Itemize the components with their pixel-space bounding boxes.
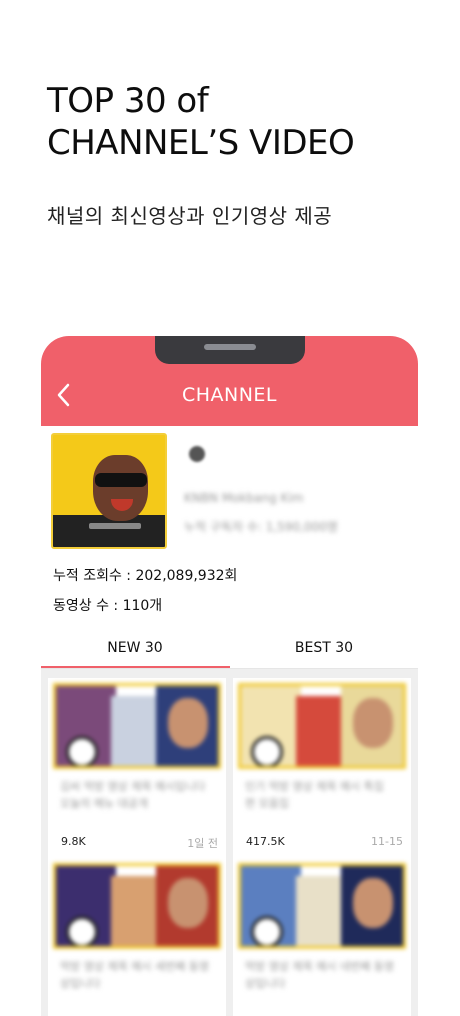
video-card[interactable]: 인기 먹방 영상 제목 예시 특집 편 모음집 417.5K 11-15 — [233, 678, 411, 858]
video-date: 11-15 — [371, 835, 403, 848]
app-bar-title: CHANNEL — [181, 384, 278, 406]
tab-new-30[interactable]: NEW 30 — [41, 640, 229, 666]
video-card[interactable]: 먹방 영상 제목 예시 네번째 동영상입니다 — [233, 858, 411, 1016]
video-count: 동영상 수 : 110개 — [53, 598, 163, 614]
app-bar: CHANNEL — [41, 336, 418, 426]
channel-badge-icon — [189, 446, 205, 462]
video-views: 417.5K — [246, 835, 285, 848]
video-title: 먹방 영상 제목 예시 네번째 동영상입니다 — [245, 960, 395, 990]
hero-title-line2: CHANNEL’S VIDEO — [47, 123, 355, 163]
video-thumbnail — [53, 863, 221, 949]
video-thumbnail — [238, 683, 406, 769]
tab-best-30[interactable]: BEST 30 — [230, 640, 418, 666]
hero-subtitle: 채널의 최신영상과 인기영상 제공 — [47, 204, 333, 228]
video-title: 먹방 영상 제목 예시 세번째 동영상입니다 — [60, 960, 210, 990]
video-title: 김씨 먹방 영상 제목 예시입니다 오늘의 메뉴 대공개 — [60, 780, 206, 810]
channel-name: KNBN Mokbang Kim — [184, 491, 304, 505]
channel-avatar — [51, 433, 167, 549]
channel-meta: 누적 구독자 수: 1,590,000명 — [184, 520, 338, 534]
video-card[interactable]: 먹방 영상 제목 예시 세번째 동영상입니다 — [48, 858, 226, 1016]
hero-title-line1: TOP 30 of — [47, 81, 209, 121]
video-date: 1일 전 — [187, 837, 218, 850]
video-thumbnail — [53, 683, 221, 769]
speaker-grille — [204, 344, 256, 350]
video-card[interactable]: 김씨 먹방 영상 제목 예시입니다 오늘의 메뉴 대공개 9.8K 1일 전 — [48, 678, 226, 858]
video-title: 인기 먹방 영상 제목 예시 특집 편 모음집 — [245, 780, 384, 810]
total-views: 누적 조회수 : 202,089,932회 — [53, 568, 238, 584]
video-thumbnail — [238, 863, 406, 949]
phone-notch — [155, 336, 305, 364]
video-views: 9.8K — [61, 835, 86, 848]
hero-title: TOP 30 of CHANNEL’S VIDEO — [47, 80, 355, 164]
phone-mockup: CHANNEL KNBN Mokbang Kim 누적 구독자 수: 1,590… — [41, 336, 418, 1016]
